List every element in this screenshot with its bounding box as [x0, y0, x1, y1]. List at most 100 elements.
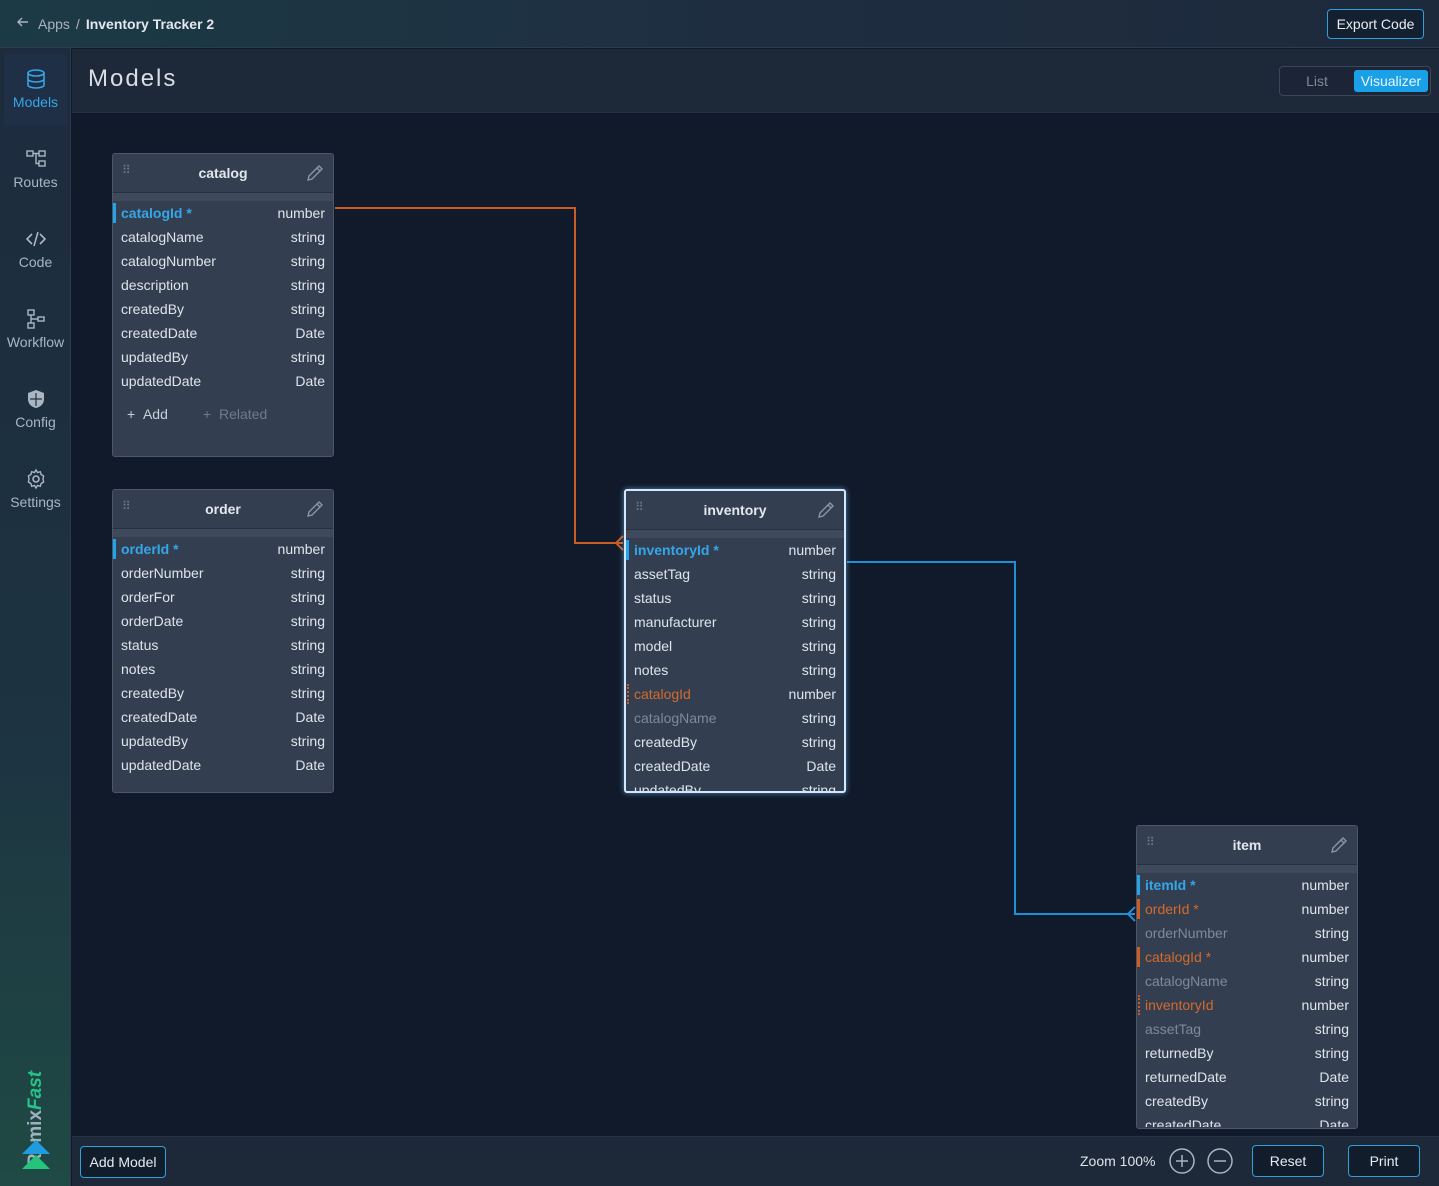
field-row[interactable]: createdDate Date [113, 321, 333, 345]
sidebar-item-label: Config [15, 414, 56, 430]
field-type: string [290, 637, 325, 653]
model-name: order [205, 501, 241, 517]
field-row[interactable]: createdBy string [113, 681, 333, 705]
field-row[interactable]: description string [113, 273, 333, 297]
model-header: ⠿ item [1137, 826, 1357, 865]
field-row[interactable]: orderId * number [1137, 897, 1357, 921]
field-row[interactable]: assetTag string [626, 562, 844, 586]
field-type: string [1314, 973, 1349, 989]
sidebar-item-config[interactable]: Config [4, 374, 67, 446]
print-button[interactable]: Print [1348, 1145, 1420, 1177]
field-row[interactable]: catalogName string [626, 706, 844, 730]
field-row[interactable]: createdDate Date [113, 705, 333, 729]
pencil-icon[interactable] [1329, 835, 1349, 855]
field-row[interactable]: orderNumber string [113, 561, 333, 585]
pencil-icon[interactable] [816, 500, 836, 520]
sidebar-item-label: Workflow [6, 334, 65, 350]
field-row[interactable]: orderId * number [113, 537, 333, 561]
field-name: createdDate [1145, 1117, 1222, 1127]
sidebar: Models Routes Code Workflow Config Setti… [0, 48, 71, 1186]
sidebar-item-routes[interactable]: Routes [4, 134, 67, 206]
field-row[interactable]: createdBy string [1137, 1089, 1357, 1113]
field-name: inventoryId [1145, 997, 1214, 1013]
field-row[interactable]: updatedDate Date [113, 753, 333, 777]
add-related-label: Related [218, 406, 268, 422]
export-code-button[interactable]: Export Code [1327, 9, 1424, 39]
sidebar-item-settings[interactable]: Settings [4, 454, 67, 526]
field-name: model [634, 638, 673, 654]
field-type: string [290, 229, 325, 245]
add-field-label: Add [142, 406, 168, 422]
field-name: catalogId * [1145, 949, 1212, 965]
field-row[interactable]: catalogName string [113, 225, 333, 249]
field-row[interactable]: updatedBy string [113, 729, 333, 753]
database-icon [26, 69, 45, 89]
sidebar-item-models[interactable]: Models [4, 54, 67, 126]
field-row[interactable]: createdBy string [113, 297, 333, 321]
field-row[interactable]: notes string [626, 658, 844, 682]
zoom-in-icon[interactable] [1168, 1147, 1196, 1175]
field-row[interactable]: orderNumber string [1137, 921, 1357, 945]
field-name: createdBy [121, 685, 185, 701]
sidebar-item-workflow[interactable]: Workflow [4, 294, 67, 366]
field-row[interactable]: createdBy string [626, 730, 844, 754]
field-row[interactable]: assetTag string [1137, 1017, 1357, 1041]
model-card-inventory[interactable]: ⠿ inventory inventoryId * number assetTag s… [624, 489, 846, 793]
field-row[interactable]: returnedBy string [1137, 1041, 1357, 1065]
field-name: createdBy [121, 301, 185, 317]
field-row[interactable]: notes string [113, 657, 333, 681]
model-card-catalog[interactable]: ⠿ catalog catalogId * number catalogName st… [112, 153, 334, 457]
field-row[interactable]: createdDate Date [1137, 1113, 1357, 1127]
tab-visualizer[interactable]: Visualizer [1354, 70, 1428, 92]
field-row[interactable]: updatedDate Date [113, 369, 333, 393]
field-name: returnedDate [1145, 1069, 1227, 1085]
field-name: notes [121, 661, 156, 677]
field-type: string [801, 782, 836, 792]
visualizer-canvas[interactable]: ⠿ catalog catalogId * number catalogName st… [72, 114, 1439, 1136]
reset-button[interactable]: Reset [1252, 1145, 1324, 1177]
field-row[interactable]: catalogId * number [1137, 945, 1357, 969]
field-name: createdDate [634, 758, 711, 774]
field-name: returnedBy [1145, 1045, 1214, 1061]
sidebar-item-code[interactable]: Code [4, 214, 67, 286]
field-row[interactable]: orderDate string [113, 609, 333, 633]
field-row[interactable]: updatedBy string [113, 345, 333, 369]
field-row[interactable]: createdDate Date [626, 754, 844, 778]
field-row[interactable]: itemId * number [1137, 873, 1357, 897]
field-row[interactable]: model string [626, 634, 844, 658]
field-type: number [277, 541, 325, 557]
field-row[interactable]: manufacturer string [626, 610, 844, 634]
field-type: string [290, 613, 325, 629]
field-name: description [121, 277, 189, 293]
field-name: createdBy [634, 734, 698, 750]
add-related-button[interactable]: + Related [203, 406, 267, 422]
add-model-button[interactable]: Add Model [80, 1146, 166, 1178]
field-row[interactable]: status string [113, 633, 333, 657]
pencil-icon[interactable] [305, 499, 325, 519]
field-row[interactable]: inventoryId number [1137, 993, 1357, 1017]
breadcrumb-apps-link[interactable]: Apps [38, 16, 70, 32]
field-row[interactable]: status string [626, 586, 844, 610]
field-name: catalogId * [121, 205, 192, 221]
field-row[interactable]: catalogId number [626, 682, 844, 706]
zoom-out-icon[interactable] [1206, 1147, 1234, 1175]
pencil-icon[interactable] [305, 163, 325, 183]
arrow-left-icon[interactable] [16, 15, 32, 32]
model-card-order[interactable]: ⠿ order orderId * number orderNumber string… [112, 489, 334, 793]
field-row[interactable]: updatedBy string [626, 778, 844, 792]
tab-list[interactable]: List [1284, 70, 1350, 92]
field-row[interactable]: catalogNumber string [113, 249, 333, 273]
relation-catalog-inventory [335, 207, 623, 544]
add-field-button[interactable]: + Add [127, 406, 168, 422]
field-row[interactable]: inventoryId * number [626, 538, 844, 562]
field-type: Date [295, 757, 325, 773]
field-row[interactable]: catalogName string [1137, 969, 1357, 993]
field-row[interactable]: orderFor string [113, 585, 333, 609]
field-name: updatedDate [121, 373, 202, 389]
field-row[interactable]: catalogId * number [113, 201, 333, 225]
field-type: number [788, 686, 836, 702]
field-type: string [801, 710, 836, 726]
field-row[interactable]: returnedDate Date [1137, 1065, 1357, 1089]
field-type: number [1301, 997, 1349, 1013]
model-card-item[interactable]: ⠿ item itemId * number orderId * number orde… [1136, 825, 1358, 1129]
